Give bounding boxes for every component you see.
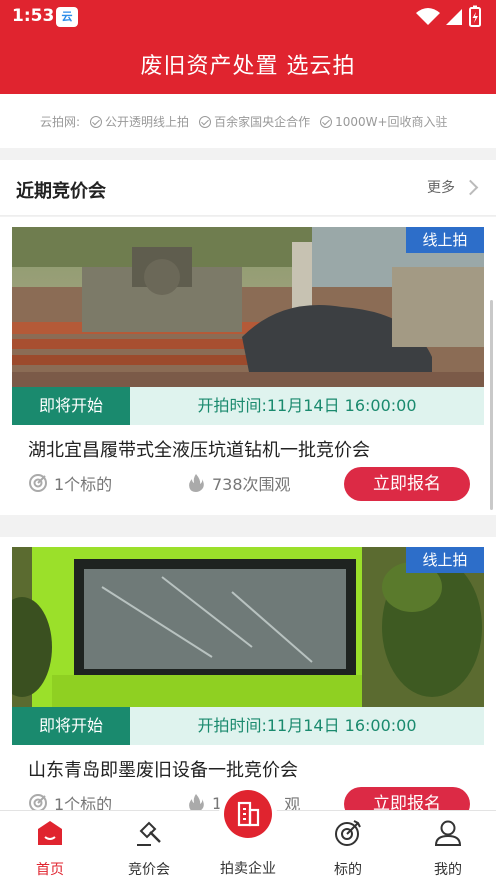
scrollbar[interactable] xyxy=(490,300,493,510)
app-notification-icon: 云 xyxy=(56,7,78,27)
auction-title[interactable]: 湖北宜昌履带式全液压坑道钻机一批竞价会 xyxy=(28,436,370,462)
target-icon xyxy=(335,820,361,846)
promo-item: 1000W+回收商入驻 xyxy=(320,113,448,130)
promo-item-label: 公开透明线上拍 xyxy=(105,115,190,129)
nav-label: 竞价会 xyxy=(128,862,170,878)
nav-label: 标的 xyxy=(334,862,362,878)
nav-item-targets[interactable]: 标的 xyxy=(308,811,388,882)
start-time: 开拍时间:11月14日 16:00:00 xyxy=(197,396,417,415)
section-header: 近期竞价会 更多 xyxy=(0,160,496,216)
nav-label: 拍卖企业 xyxy=(220,861,276,877)
targets-label: 1个标的 xyxy=(54,475,113,494)
target-icon xyxy=(29,474,47,492)
check-circle-icon xyxy=(320,115,333,128)
auction-company-button[interactable] xyxy=(219,785,277,843)
more-label: 更多 xyxy=(427,180,455,196)
card-image[interactable]: 线上拍 xyxy=(12,227,484,387)
chevron-right-icon xyxy=(462,179,479,195)
promo-prefix: 云拍网: xyxy=(40,115,81,129)
auction-status-row: 即将开始 开拍时间:11月14日 16:00:00 xyxy=(12,707,484,745)
online-auction-badge: 线上拍 xyxy=(406,547,484,573)
promo-item: 公开透明线上拍 xyxy=(90,113,189,130)
auction-card[interactable]: 线上拍 即将开始 开拍时间:11月14日 16:00:00 山东青岛即墨废旧设备… xyxy=(0,537,496,821)
promo-strip: 云拍网: 公开透明线上拍 百余家国央企合作 1000W+回收商入驻 xyxy=(0,94,496,148)
section-title: 近期竞价会 xyxy=(16,181,106,202)
auction-title[interactable]: 山东青岛即墨废旧设备一批竞价会 xyxy=(28,756,298,782)
promo-item-label: 百余家国央企合作 xyxy=(214,115,311,129)
nav-item-auctions[interactable]: 竞价会 xyxy=(109,811,189,882)
auction-card[interactable]: 线上拍 即将开始 开拍时间:11月14日 16:00:00 湖北宜昌履带式全液压… xyxy=(0,217,496,515)
nav-label: 我的 xyxy=(434,862,462,878)
signup-button[interactable]: 立即报名 xyxy=(344,467,470,501)
more-link[interactable]: 更多 xyxy=(427,177,479,197)
views-label: 738次围观 xyxy=(212,475,291,494)
user-icon xyxy=(434,820,462,846)
check-circle-icon xyxy=(90,115,103,128)
wifi-icon xyxy=(416,8,440,25)
center-button-circle xyxy=(224,790,272,838)
check-circle-icon xyxy=(199,115,212,128)
nav-label: 首页 xyxy=(36,862,64,878)
promo-row: 云拍网: 公开透明线上拍 百余家国央企合作 1000W+回收商入驻 xyxy=(40,113,448,130)
nav-item-profile[interactable]: 我的 xyxy=(408,811,488,882)
status-time: 1:53 xyxy=(12,6,55,26)
views-count: 738次围观 xyxy=(186,471,291,495)
promo-item: 百余家国央企合作 xyxy=(199,113,310,130)
card-image[interactable]: 线上拍 xyxy=(12,547,484,707)
start-time: 开拍时间:11月14日 16:00:00 xyxy=(197,716,417,735)
nav-item-home[interactable]: 首页 xyxy=(10,811,90,882)
gavel-icon xyxy=(137,821,161,846)
status-badge: 即将开始 xyxy=(12,387,130,425)
status-badge: 即将开始 xyxy=(12,707,130,745)
home-icon xyxy=(38,821,62,845)
auction-status-row: 即将开始 开拍时间:11月14日 16:00:00 xyxy=(12,387,484,425)
system-status-icons xyxy=(416,5,481,27)
page-title: 废旧资产处置 选云拍 xyxy=(140,54,356,79)
online-auction-badge: 线上拍 xyxy=(406,227,484,253)
status-bar: 1:53 云 xyxy=(0,0,496,34)
app-header: 废旧资产处置 选云拍 xyxy=(0,34,496,94)
promo-item-label: 1000W+回收商入驻 xyxy=(335,115,448,129)
fire-icon xyxy=(189,474,204,492)
signal-icon xyxy=(446,9,462,25)
targets-count: 1个标的 xyxy=(28,471,112,495)
building-icon xyxy=(237,801,260,827)
